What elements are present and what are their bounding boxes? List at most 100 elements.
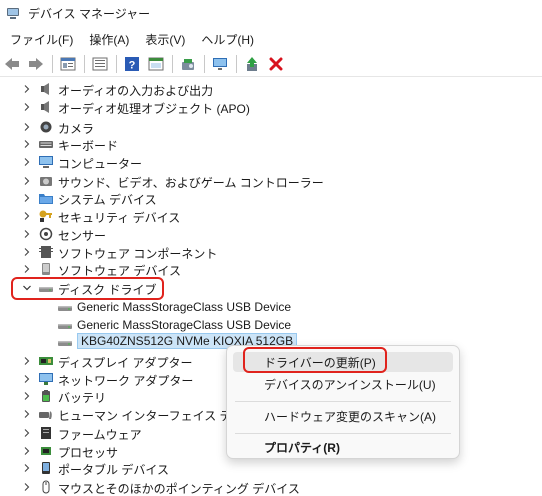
- tree-item-label: ファームウェア: [58, 428, 142, 442]
- tree-category[interactable]: セキュリティ デバイス: [0, 207, 542, 225]
- tree-item-label: ディスプレイ アダプター: [58, 356, 193, 370]
- view-icon[interactable]: [146, 54, 166, 74]
- chevron-right-icon[interactable]: [22, 356, 32, 366]
- monitor-icon[interactable]: [210, 54, 230, 74]
- menu-action[interactable]: 操作(A): [83, 29, 135, 50]
- menu-file[interactable]: ファイル(F): [4, 29, 79, 50]
- tree-category[interactable]: オーディオの入力および出力: [0, 80, 542, 98]
- chevron-right-icon[interactable]: [22, 102, 32, 112]
- audio-io-icon: [38, 82, 54, 96]
- tree-category[interactable]: オーディオ処理オブジェクト (APO): [0, 98, 542, 116]
- tree-device[interactable]: Generic MassStorageClass USB Device: [0, 298, 542, 316]
- toolbar-separator: [84, 54, 85, 73]
- device-manager-icon: [7, 8, 19, 19]
- menu-scan-hardware[interactable]: ハードウェア変更のスキャン(A): [233, 406, 453, 426]
- tree-device[interactable]: Generic MassStorageClass USB Device: [0, 316, 542, 334]
- toolbar: ?: [0, 51, 542, 77]
- menu-separator: [235, 433, 451, 434]
- chevron-right-icon[interactable]: [22, 264, 32, 274]
- tree-category[interactable]: マウスとそのほかのポインティング デバイス: [0, 478, 542, 496]
- scan-hardware-icon[interactable]: [178, 54, 198, 74]
- network-adapter-icon: [38, 372, 54, 386]
- chevron-right-icon[interactable]: [22, 176, 32, 186]
- chevron-right-icon[interactable]: [22, 247, 32, 257]
- chevron-right-icon[interactable]: [22, 463, 32, 473]
- tree-item-label: バッテリ: [58, 391, 107, 405]
- tree-item-label: センサー: [58, 229, 107, 243]
- keyboard-icon: [38, 137, 54, 151]
- chevron-right-icon[interactable]: [22, 374, 32, 384]
- window-title: デバイス マネージャー: [28, 6, 151, 21]
- chevron-right-icon[interactable]: [22, 446, 32, 456]
- audio-apo-icon: [38, 100, 54, 114]
- tree-category[interactable]: カメラ: [0, 118, 542, 136]
- title-bar: デバイス マネージャー: [0, 0, 542, 26]
- menu-uninstall-device-label: デバイスのアンインストール(U): [264, 377, 436, 392]
- tree-item-label: コンピューター: [58, 157, 143, 171]
- computer-icon: [38, 155, 54, 169]
- tree-item-label: Generic MassStorageClass USB Device: [77, 300, 292, 314]
- uninstall-icon[interactable]: [266, 54, 286, 74]
- portable-device-icon: [38, 461, 54, 475]
- tree-item-label: ポータブル デバイス: [58, 463, 169, 477]
- tree-item-label: キーボード: [58, 139, 119, 153]
- software-component-icon: [38, 245, 54, 259]
- properties-icon[interactable]: [58, 54, 78, 74]
- menu-uninstall-device[interactable]: デバイスのアンインストール(U): [233, 374, 453, 394]
- tree-category[interactable]: サウンド、ビデオ、およびゲーム コントローラー: [0, 172, 542, 190]
- chevron-right-icon[interactable]: [22, 84, 32, 94]
- toolbar-separator: [116, 54, 117, 73]
- menu-properties-label: プロパティ(R): [264, 440, 340, 455]
- firmware-icon: [38, 426, 54, 440]
- software-device-icon: [38, 262, 54, 276]
- help-icon[interactable]: ?: [122, 54, 142, 74]
- sound-icon: [38, 174, 54, 188]
- chevron-right-icon[interactable]: [22, 229, 32, 239]
- menu-view[interactable]: 表示(V): [139, 29, 191, 50]
- chevron-right-icon[interactable]: [22, 428, 32, 438]
- processor-icon: [38, 444, 54, 458]
- tree-category[interactable]: システム デバイス: [0, 189, 542, 207]
- camera-icon: [38, 120, 54, 134]
- tree-category[interactable]: ソフトウェア デバイス: [0, 260, 542, 278]
- forward-icon[interactable]: [26, 54, 46, 74]
- chevron-right-icon[interactable]: [22, 482, 32, 492]
- chevron-right-icon[interactable]: [22, 409, 32, 419]
- menu-properties[interactable]: プロパティ(R): [233, 437, 453, 457]
- tree-category[interactable]: ポータブル デバイス: [0, 459, 542, 477]
- menu-separator: [235, 401, 451, 402]
- disk-drive-icon: [57, 318, 73, 332]
- system-folder-icon: [38, 191, 54, 205]
- back-icon[interactable]: [2, 54, 22, 74]
- battery-icon: [38, 389, 54, 403]
- tree-category[interactable]: ソフトウェア コンポーネント: [0, 243, 542, 261]
- sensor-icon: [38, 227, 54, 241]
- hid-icon: [38, 407, 54, 421]
- disk-drive-icon: [57, 300, 73, 314]
- toolbar-separator: [172, 54, 173, 73]
- tree-category[interactable]: センサー: [0, 225, 542, 243]
- menu-scan-hardware-label: ハードウェア変更のスキャン(A): [264, 409, 436, 424]
- tree-item-label: オーディオの入力および出力: [58, 84, 214, 98]
- tree-item-label: Generic MassStorageClass USB Device: [77, 318, 292, 332]
- disk-drive-icon: [57, 335, 73, 349]
- details-icon[interactable]: [90, 54, 110, 74]
- menu-help[interactable]: ヘルプ(H): [195, 29, 260, 50]
- chevron-right-icon[interactable]: [22, 157, 32, 167]
- chevron-right-icon[interactable]: [22, 193, 32, 203]
- chevron-right-icon[interactable]: [22, 139, 32, 149]
- update-driver-icon[interactable]: [242, 54, 262, 74]
- tree-category[interactable]: キーボード: [0, 135, 542, 153]
- tree-item-label: オーディオ処理オブジェクト (APO): [58, 102, 250, 116]
- tree-item-label: マウスとそのほかのポインティング デバイス: [58, 482, 300, 496]
- disk-drive-highlight: [11, 277, 164, 300]
- display-adapter-icon: [38, 354, 54, 368]
- tree-item-label: システム デバイス: [58, 193, 157, 207]
- tree-category[interactable]: コンピューター: [0, 153, 542, 171]
- svg-text:?: ?: [129, 59, 136, 71]
- chevron-right-icon[interactable]: [22, 211, 32, 221]
- tree-item-label: セキュリティ デバイス: [58, 211, 181, 225]
- chevron-right-icon[interactable]: [22, 391, 32, 401]
- update-driver-highlight: [243, 347, 387, 373]
- chevron-right-icon[interactable]: [22, 122, 32, 132]
